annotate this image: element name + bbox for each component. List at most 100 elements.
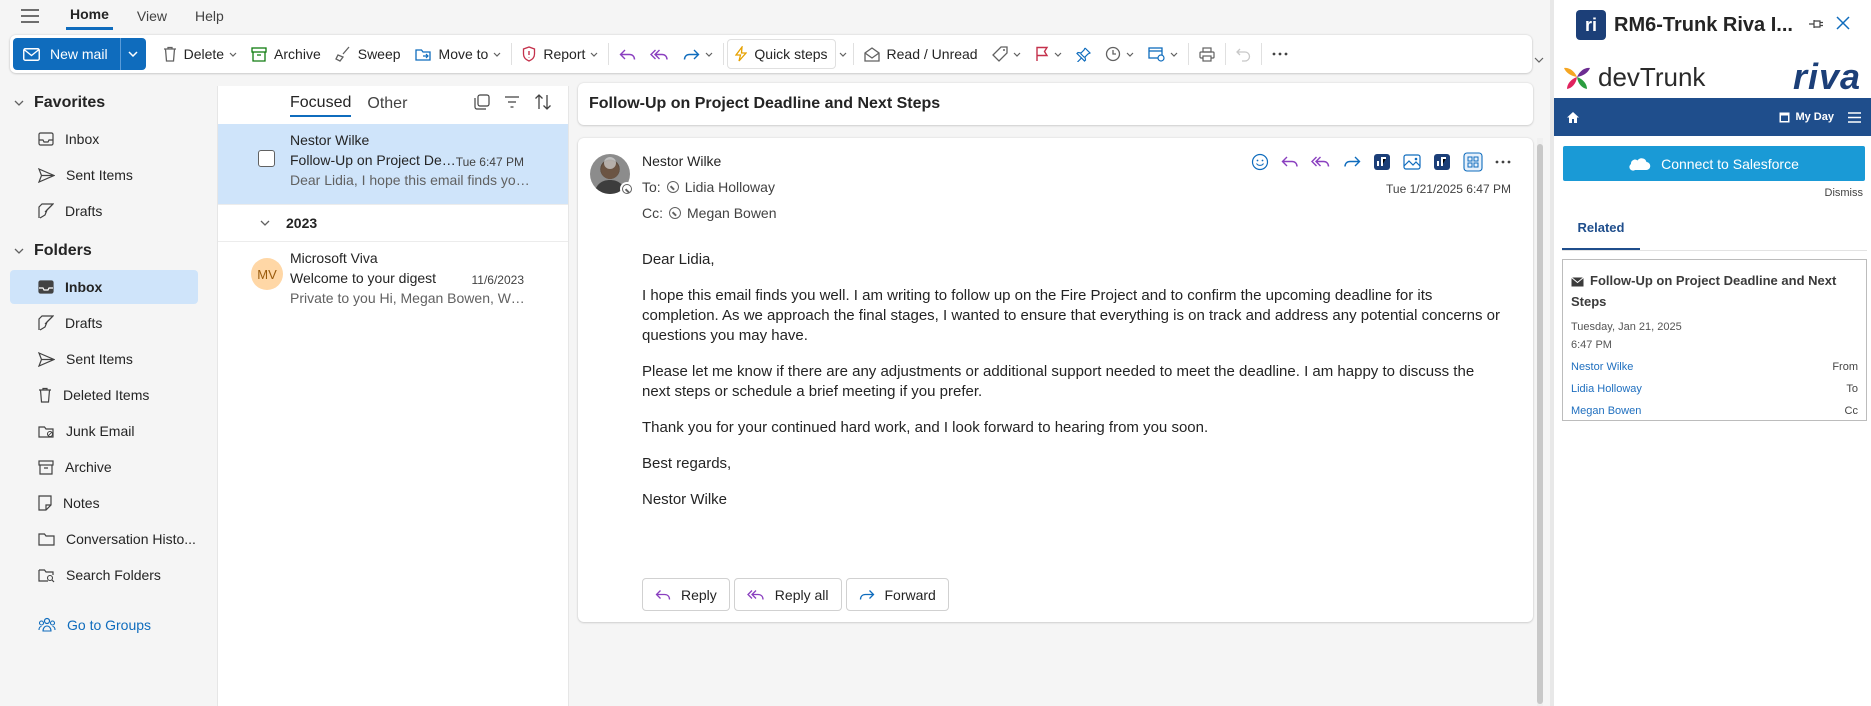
riva-addin-icon[interactable]: [1433, 153, 1451, 171]
home-icon[interactable]: [1566, 111, 1580, 124]
related-person-link[interactable]: Megan Bowen: [1571, 405, 1641, 417]
new-mail-dropdown[interactable]: [119, 38, 146, 70]
reply-icon[interactable]: [1281, 155, 1299, 169]
quick-steps-dropdown[interactable]: [836, 39, 850, 69]
reading-pane-scrollbar[interactable]: [1537, 138, 1543, 706]
folder-item-label: Junk Email: [66, 423, 135, 439]
reply-all-toolbar-button[interactable]: [643, 39, 676, 69]
favorite-item-sent-items[interactable]: Sent Items: [10, 158, 198, 192]
pin-icon[interactable]: [1808, 18, 1824, 30]
related-person-link[interactable]: Lidia Holloway: [1571, 383, 1642, 395]
sender-name[interactable]: Nestor Wilke: [642, 153, 721, 169]
group-header-2023[interactable]: 2023: [218, 204, 568, 242]
folder-item-deleted-items[interactable]: Deleted Items: [10, 378, 198, 412]
delete-button[interactable]: Delete: [156, 39, 244, 69]
forward-button[interactable]: Forward: [845, 578, 949, 611]
connect-salesforce-button[interactable]: Connect to Salesforce: [1563, 146, 1865, 181]
emoji-reaction-icon[interactable]: [1251, 153, 1269, 171]
people-group-icon: [38, 617, 56, 633]
favorite-item-inbox[interactable]: Inbox: [10, 122, 198, 156]
select-multiple-icon[interactable]: [474, 94, 490, 110]
tag-icon: [991, 46, 1008, 62]
to-recipient[interactable]: Lidia Holloway: [685, 179, 775, 195]
snooze-button[interactable]: [1098, 39, 1141, 69]
cc-recipient[interactable]: Megan Bowen: [687, 205, 777, 221]
more-options-button[interactable]: [1265, 39, 1295, 69]
tab-focused[interactable]: Focused: [290, 94, 352, 117]
print-button[interactable]: [1192, 39, 1222, 69]
folder-item-conversation-history[interactable]: Conversation Histo...: [10, 522, 198, 556]
filter-icon[interactable]: [504, 94, 520, 110]
message-list-item[interactable]: Nestor Wilke Follow-Up on Project Deadli…: [218, 124, 568, 204]
archive-icon: [251, 46, 267, 62]
ribbon-expand-chevron-icon[interactable]: [1534, 57, 1544, 63]
envelope-icon: [1571, 276, 1584, 287]
read-unread-button[interactable]: Read / Unread: [857, 39, 985, 69]
folder-item-search-folders[interactable]: Search Folders: [10, 558, 198, 592]
tab-help[interactable]: Help: [191, 4, 228, 29]
riva-addin-icon[interactable]: [1373, 153, 1391, 171]
folder-item-notes[interactable]: Notes: [10, 486, 198, 520]
undo-button[interactable]: [1229, 39, 1258, 69]
ellipsis-icon[interactable]: [1495, 160, 1511, 164]
forward-icon[interactable]: [1343, 155, 1361, 169]
related-person-link[interactable]: Nestor Wilke: [1571, 361, 1633, 373]
reading-subject-bar: Follow-Up on Project Deadline and Next S…: [578, 83, 1533, 125]
message-list-item[interactable]: MV Microsoft Viva Welcome to your digest…: [218, 242, 568, 322]
move-to-button[interactable]: Move to: [408, 39, 509, 69]
tab-view[interactable]: View: [133, 4, 171, 29]
go-to-groups-link[interactable]: Go to Groups: [10, 608, 198, 642]
tab-related[interactable]: Related: [1562, 220, 1640, 250]
my-day-button[interactable]: My Day: [1779, 111, 1834, 123]
body-paragraph: I hope this email finds you well. I am w…: [642, 287, 1501, 344]
folder-item-sent-items[interactable]: Sent Items: [10, 342, 198, 376]
favorites-header[interactable]: Favorites: [0, 86, 210, 120]
tab-divider: [1562, 250, 1867, 251]
sort-icon[interactable]: [534, 94, 552, 110]
categorize-button[interactable]: [985, 39, 1028, 69]
to-label: To:: [642, 179, 661, 195]
flag-button[interactable]: [1028, 39, 1069, 69]
shield-report-icon: [522, 46, 536, 62]
dismiss-link[interactable]: Dismiss: [1825, 187, 1864, 199]
sweep-label: Sweep: [357, 46, 401, 62]
folder-item-junk-email[interactable]: Junk Email: [10, 414, 198, 448]
tab-home[interactable]: Home: [66, 2, 113, 30]
select-checkbox[interactable]: [258, 150, 275, 167]
related-subject: Follow-Up on Project Deadline and Next S…: [1571, 273, 1837, 309]
favorite-item-drafts[interactable]: Drafts: [10, 194, 198, 228]
chevron-down-icon: [14, 100, 24, 106]
new-mail-button[interactable]: New mail: [13, 38, 120, 70]
sweep-button[interactable]: Sweep: [328, 39, 408, 69]
reply-button[interactable]: Reply: [642, 578, 730, 611]
reply-all-icon: [650, 48, 669, 61]
report-button[interactable]: Report: [515, 39, 605, 69]
scrollbar-thumb[interactable]: [1537, 144, 1543, 704]
reply-all-icon[interactable]: [1311, 155, 1331, 169]
inbox-icon: [38, 280, 54, 294]
folder-item-archive[interactable]: Archive: [10, 450, 198, 484]
broom-icon: [334, 46, 351, 62]
hamburger-menu-icon[interactable]: [14, 2, 46, 30]
forward-toolbar-button[interactable]: [676, 39, 720, 69]
reply-toolbar-button[interactable]: [612, 39, 643, 69]
tab-other[interactable]: Other: [367, 95, 407, 116]
image-icon[interactable]: [1403, 154, 1421, 170]
reply-all-button[interactable]: Reply all: [733, 578, 842, 611]
presence-offline-icon: [620, 182, 634, 196]
quick-steps-button[interactable]: Quick steps: [727, 39, 836, 69]
folder-item-inbox[interactable]: Inbox: [10, 270, 198, 304]
rules-button[interactable]: [1141, 39, 1185, 69]
message-preview: Dear Lidia, I hope this email finds you …: [290, 172, 530, 188]
message-time: Tue 6:47 PM: [455, 155, 524, 169]
apps-icon[interactable]: [1463, 152, 1483, 172]
hamburger-menu-icon[interactable]: [1848, 111, 1861, 123]
archive-button[interactable]: Archive: [244, 39, 328, 69]
chevron-down-icon: [1126, 52, 1134, 57]
folder-item-drafts[interactable]: Drafts: [10, 306, 198, 340]
message-list: Focused Other Nestor Wilke Follow-Up on …: [217, 86, 569, 706]
folders-header[interactable]: Folders: [0, 234, 210, 268]
close-icon[interactable]: [1836, 16, 1850, 30]
ribbon-toolbar: New mail Delete Archive Sweep Move to Re…: [10, 35, 1532, 73]
pin-button[interactable]: [1069, 39, 1098, 69]
